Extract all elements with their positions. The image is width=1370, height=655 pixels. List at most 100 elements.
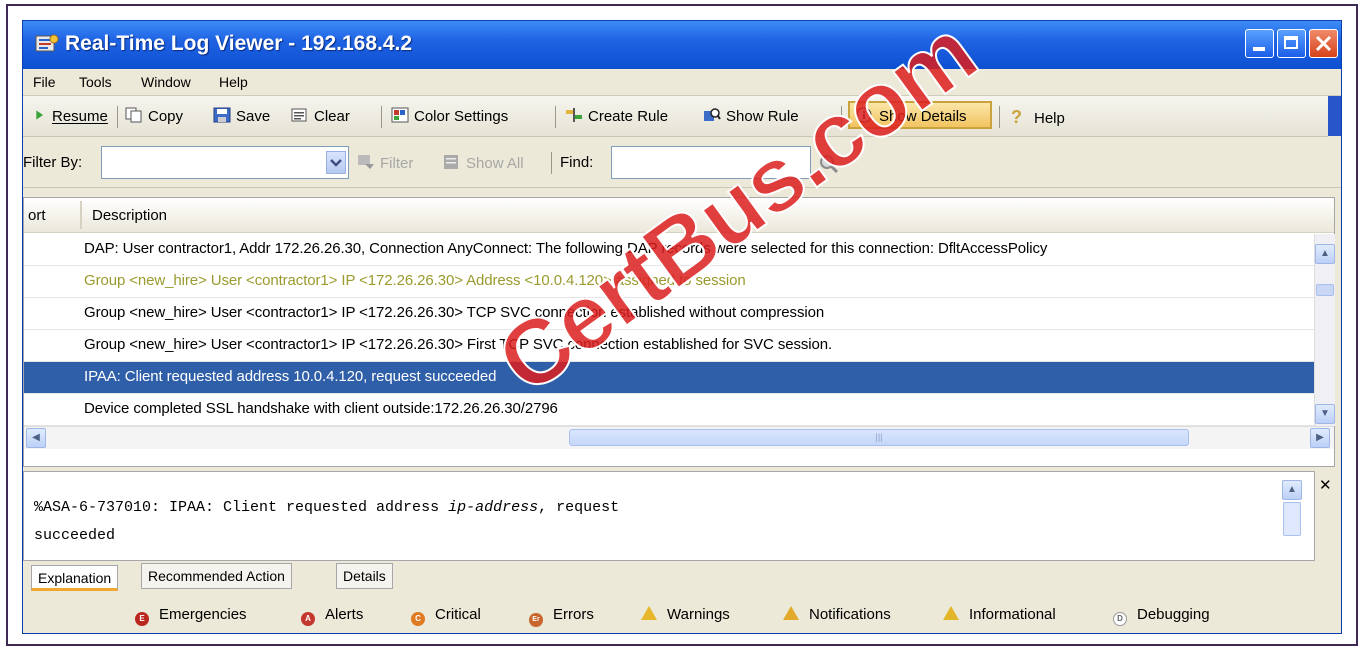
- resume-label: Resume: [52, 108, 108, 125]
- toolbar-separator: [999, 106, 1000, 128]
- critical-icon: C: [411, 612, 425, 626]
- scroll-thumb[interactable]: [1283, 502, 1301, 536]
- title-bar[interactable]: Real-Time Log Viewer - 192.168.4.2: [23, 21, 1341, 69]
- emergencies-icon: E: [135, 612, 149, 626]
- maximize-icon: [1284, 36, 1298, 49]
- detail-line2: succeeded: [34, 527, 116, 544]
- level-warnings[interactable]: Warnings: [641, 606, 730, 623]
- scroll-down-button[interactable]: ▼: [1315, 404, 1335, 424]
- color-settings-label: Color Settings: [414, 108, 509, 125]
- show-all-label: Show All: [466, 155, 524, 172]
- table-row[interactable]: Group <new_hire> User <contractor1> IP <…: [24, 330, 1314, 362]
- scroll-right-button[interactable]: ▶: [1310, 428, 1330, 448]
- level-errors[interactable]: Er Errors: [529, 606, 594, 627]
- menu-bar: File Tools Window Help: [23, 69, 1341, 96]
- create-rule-icon: [566, 108, 582, 122]
- close-icon: [1315, 35, 1332, 52]
- menu-file[interactable]: File: [33, 74, 56, 90]
- help-icon: ?: [1011, 107, 1022, 127]
- minimize-icon: [1253, 47, 1265, 51]
- show-all-icon: [444, 155, 458, 169]
- alerts-icon: A: [301, 612, 315, 626]
- scroll-thumb[interactable]: [1316, 284, 1334, 296]
- detail-message: %ASA-6-737010: IPAA: Client requested ad…: [34, 494, 619, 550]
- detail-line1-prefix: %ASA-6-737010: IPAA: Client requested ad…: [34, 499, 449, 516]
- resume-button[interactable]: Resume: [35, 107, 108, 125]
- vertical-scrollbar[interactable]: ▲ ▼: [1314, 234, 1335, 426]
- copy-button[interactable]: Copy: [125, 107, 183, 125]
- window-title: Real-Time Log Viewer - 192.168.4.2: [65, 32, 413, 55]
- table-row[interactable]: Device completed SSL handshake with clie…: [24, 394, 1314, 426]
- show-rule-icon: [704, 108, 721, 121]
- errors-icon: Er: [529, 613, 543, 627]
- debugging-icon: D: [1113, 612, 1127, 626]
- create-rule-button[interactable]: Create Rule: [565, 107, 668, 125]
- scroll-left-button[interactable]: ◀: [26, 428, 46, 448]
- tab-recommended-action[interactable]: Recommended Action: [141, 563, 292, 589]
- horizontal-scrollbar[interactable]: ◀ ||| ▶: [24, 426, 1334, 449]
- scroll-up-button[interactable]: ▲: [1282, 480, 1302, 500]
- toolbar-edge: [1328, 96, 1341, 136]
- tab-details[interactable]: Details: [336, 563, 393, 589]
- warning-icon: [641, 606, 657, 620]
- level-label: Errors: [553, 606, 594, 623]
- detail-pane: %ASA-6-737010: IPAA: Client requested ad…: [23, 471, 1315, 561]
- clear-button[interactable]: Clear: [291, 107, 350, 125]
- detail-tabs: Explanation Recommended Action Details: [23, 561, 1341, 591]
- show-all-button[interactable]: Show All: [443, 154, 524, 172]
- detail-line1-italic: ip-address: [448, 499, 539, 516]
- level-notifications[interactable]: Notifications: [783, 606, 891, 623]
- level-emergencies[interactable]: E Emergencies: [135, 606, 247, 626]
- level-debugging[interactable]: D Debugging: [1113, 606, 1210, 626]
- table-row-selected[interactable]: IPAA: Client requested address 10.0.4.12…: [24, 362, 1314, 394]
- log-description: Group <new_hire> User <contractor1> IP <…: [84, 336, 833, 353]
- column-header-port[interactable]: ort: [28, 207, 46, 224]
- clear-label: Clear: [314, 108, 350, 125]
- help-button[interactable]: ? Help: [1011, 107, 1065, 128]
- save-button[interactable]: Save: [213, 107, 270, 125]
- color-settings-icon: [391, 107, 409, 123]
- column-divider[interactable]: [80, 201, 82, 229]
- tab-explanation[interactable]: Explanation: [31, 565, 119, 591]
- column-header-description[interactable]: Description: [92, 207, 167, 224]
- level-label: Debugging: [1137, 606, 1210, 623]
- notification-icon: [783, 606, 799, 620]
- tab-label: Explanation: [38, 570, 112, 586]
- filter-bar: Filter By: Filter Show All Find:: [23, 137, 1341, 188]
- level-label: Notifications: [809, 606, 891, 623]
- save-icon: [213, 107, 231, 123]
- log-description: IPAA: Client requested address 10.0.4.12…: [84, 368, 497, 385]
- close-window-button[interactable]: [1309, 29, 1338, 58]
- level-alerts[interactable]: A Alerts: [301, 606, 363, 626]
- filter-separator: [551, 152, 552, 174]
- severity-legend: E Emergencies A Alerts C Critical Er Errors …: [23, 597, 1341, 631]
- level-informational[interactable]: Informational: [943, 606, 1056, 623]
- scroll-up-button[interactable]: ▲: [1315, 244, 1335, 264]
- toolbar-separator: [381, 106, 382, 128]
- menu-help[interactable]: Help: [219, 74, 248, 90]
- log-description: DAP: User contractor1, Addr 172.26.26.30…: [84, 240, 1048, 257]
- minimize-button[interactable]: [1245, 29, 1274, 58]
- menu-tools[interactable]: Tools: [79, 74, 112, 90]
- scroll-thumb[interactable]: |||: [569, 429, 1189, 446]
- close-detail-icon[interactable]: ✕: [1319, 476, 1332, 494]
- filter-by-label: Filter By:: [23, 154, 83, 171]
- tab-label: Details: [343, 568, 386, 584]
- copy-label: Copy: [148, 108, 184, 125]
- toolbar-separator: [555, 106, 556, 128]
- toolbar-separator: [117, 106, 118, 128]
- filter-by-select[interactable]: [101, 146, 349, 179]
- detail-scrollbar[interactable]: ▲: [1282, 480, 1302, 550]
- copy-icon: [125, 107, 142, 123]
- menu-window[interactable]: Window: [141, 74, 191, 90]
- filter-icon: [358, 155, 374, 169]
- filter-label: Filter: [380, 155, 414, 172]
- detail-line1-suffix: , request: [538, 499, 620, 516]
- level-critical[interactable]: C Critical: [411, 606, 481, 626]
- maximize-button[interactable]: [1277, 29, 1306, 58]
- filter-button[interactable]: Filter: [357, 154, 413, 172]
- app-icon: [35, 34, 59, 52]
- chevron-down-icon[interactable]: [326, 151, 346, 174]
- color-settings-button[interactable]: Color Settings: [391, 107, 508, 125]
- toolbar: Resume Copy Save Clear Color Settings Cr…: [23, 96, 1328, 137]
